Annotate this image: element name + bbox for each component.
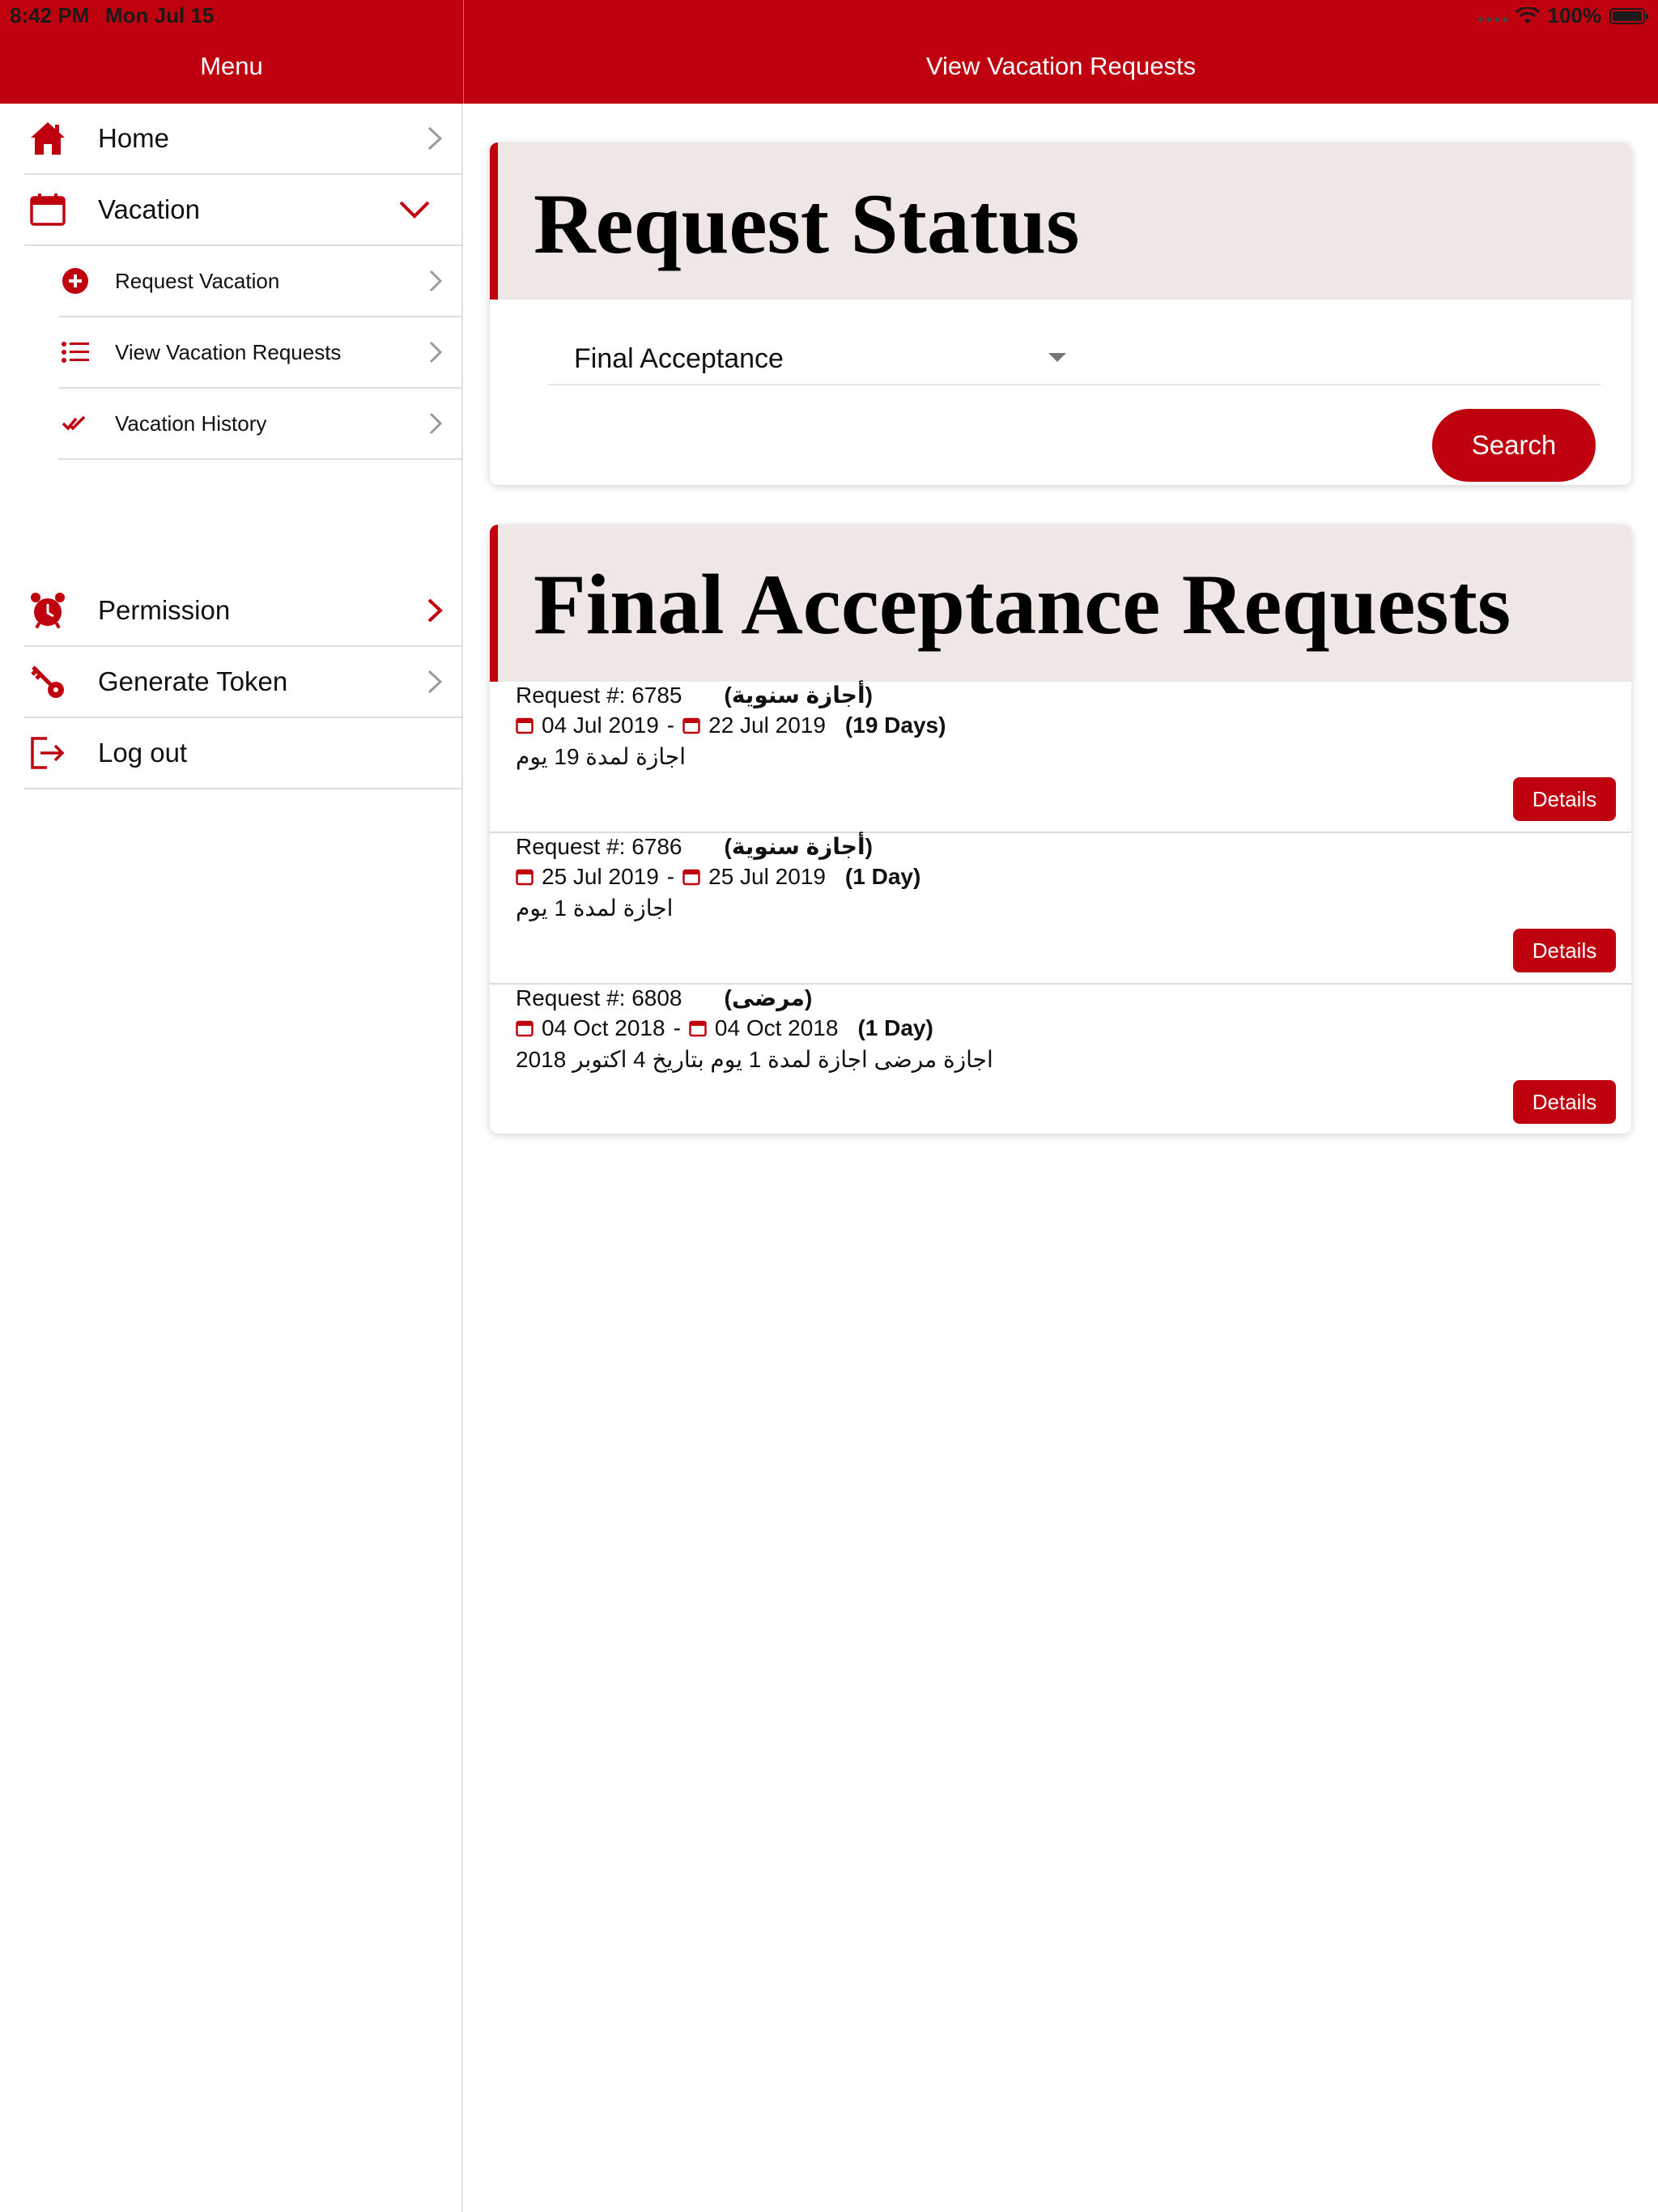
request-number: Request #: 6808	[516, 985, 682, 1010]
key-icon	[28, 661, 68, 702]
sidebar-item-permission[interactable]: Permission	[24, 576, 463, 647]
chevron-right-icon	[429, 341, 443, 364]
request-dates: 04 Oct 2018 - 04 Oct 2018 (1 Day)	[516, 1015, 933, 1041]
details-button[interactable]: Details	[1513, 777, 1616, 821]
request-header-line: Request #: 6786 (أجازة سنوية)	[516, 833, 873, 860]
double-check-icon	[60, 408, 91, 439]
calendar-icon	[682, 869, 700, 886]
sidebar-item-label: Permission	[98, 595, 231, 625]
battery-icon	[1609, 7, 1648, 24]
sidebar-item-label: Log out	[98, 738, 188, 768]
logout-icon	[28, 733, 68, 773]
sidebar-item-label: Vacation	[98, 194, 200, 224]
request-end-date: 04 Oct 2018	[714, 1015, 839, 1040]
details-button[interactable]: Details	[1513, 929, 1616, 972]
request-duration: (1 Day)	[844, 864, 921, 889]
details-button[interactable]: Details	[1513, 1080, 1616, 1124]
request-duration: (1 Day)	[857, 1015, 933, 1040]
list-icon	[60, 337, 91, 368]
calendar-icon	[689, 1020, 707, 1037]
calendar-icon	[516, 869, 534, 886]
calendar-icon	[28, 189, 68, 230]
request-start-date: 25 Jul 2019	[542, 864, 659, 889]
request-status-title: Request Status	[534, 177, 1080, 271]
final-acceptance-requests-card: Final Acceptance Requests Request #: 678…	[490, 525, 1631, 1134]
top-bar: 8:42 PM Mon Jul 15 100% Menu View Vacati…	[0, 0, 1658, 104]
chevron-right-icon	[427, 670, 443, 694]
request-note: اجازة لمدة 1 يوم	[516, 895, 674, 921]
request-note: اجازة مرضى اجازة لمدة 1 يوم بتاريخ 4 اكت…	[516, 1047, 993, 1072]
request-duration: (19 Days)	[844, 713, 946, 738]
requests-header: Final Acceptance Requests	[490, 525, 1631, 682]
request-dates: 25 Jul 2019 - 25 Jul 2019 (1 Day)	[516, 864, 920, 890]
status-date: Mon Jul 15	[105, 3, 215, 28]
sidebar-item-label: Generate Token	[98, 666, 288, 696]
request-start-date: 04 Oct 2018	[542, 1015, 665, 1040]
request-header-line: Request #: 6808 (مرضى)	[516, 985, 812, 1011]
calendar-icon	[516, 717, 534, 734]
date-separator: -	[666, 713, 675, 738]
sidebar-item-view-vacation-requests[interactable]: View Vacation Requests	[58, 317, 463, 389]
menu-title: Menu	[200, 52, 263, 80]
chevron-right-icon	[427, 598, 443, 623]
plus-circle-icon	[60, 266, 91, 296]
search-button[interactable]: Search	[1432, 409, 1596, 482]
request-row: Request #: 6785 (أجازة سنوية) 04 Jul 2019…	[490, 682, 1631, 833]
wifi-icon	[1515, 6, 1540, 23]
sidebar-item-generate-token[interactable]: Generate Token	[24, 647, 463, 718]
sidebar-item-label: Vacation History	[115, 410, 267, 436]
request-header-line: Request #: 6785 (أجازة سنوية)	[516, 682, 873, 708]
date-separator: -	[673, 1015, 681, 1040]
request-type: (أجازة سنوية)	[724, 683, 873, 708]
status-select[interactable]: Final Acceptance	[548, 335, 1601, 385]
request-dates: 04 Jul 2019 - 22 Jul 2019 (19 Days)	[516, 713, 946, 738]
sidebar: Home Vacation Request Vacation View Vaca…	[0, 104, 463, 2212]
chevron-right-icon	[429, 270, 443, 292]
battery-percent: 100%	[1547, 3, 1602, 28]
chevron-right-icon	[427, 126, 443, 151]
calendar-icon	[682, 717, 700, 734]
home-icon	[28, 118, 68, 159]
request-number: Request #: 6786	[516, 834, 682, 859]
sidebar-item-home[interactable]: Home	[24, 104, 463, 175]
status-bar: 8:42 PM Mon Jul 15 100%	[0, 0, 1658, 32]
request-type: (مرضى)	[724, 985, 813, 1010]
request-end-date: 25 Jul 2019	[708, 864, 826, 889]
sidebar-item-request-vacation[interactable]: Request Vacation	[58, 246, 463, 317]
alarm-clock-icon	[28, 590, 68, 631]
request-number: Request #: 6785	[516, 683, 682, 708]
signal-icon	[1477, 11, 1507, 22]
request-note: اجازة لمدة 19 يوم	[516, 744, 686, 769]
sidebar-item-vacation-history[interactable]: Vacation History	[58, 389, 463, 460]
calendar-icon	[516, 1020, 534, 1037]
page-title: View Vacation Requests	[925, 52, 1197, 80]
request-status-card: Request Status Final Acceptance Search	[490, 143, 1631, 485]
status-indicators: 100%	[1477, 3, 1648, 28]
request-row: Request #: 6808 (مرضى) 04 Oct 2018 - 04 O…	[490, 985, 1631, 1134]
request-start-date: 04 Jul 2019	[542, 713, 659, 738]
request-end-date: 22 Jul 2019	[708, 713, 826, 738]
request-row: Request #: 6786 (أجازة سنوية) 25 Jul 2019…	[490, 833, 1631, 985]
sidebar-item-logout[interactable]: Log out	[24, 718, 463, 789]
status-time: 8:42 PM	[10, 3, 90, 28]
sidebar-item-label: Home	[98, 123, 170, 153]
status-select-value: Final Acceptance	[574, 343, 784, 374]
chevron-down-icon	[399, 201, 430, 219]
sidebar-item-vacation[interactable]: Vacation	[24, 175, 463, 246]
request-type: (أجازة سنوية)	[724, 834, 873, 859]
dropdown-caret-icon	[1048, 353, 1066, 362]
date-separator: -	[666, 864, 675, 889]
requests-title: Final Acceptance Requests	[534, 557, 1511, 652]
sidebar-item-label: Request Vacation	[115, 268, 280, 293]
sidebar-item-label: View Vacation Requests	[115, 339, 342, 364]
request-status-header: Request Status	[490, 143, 1631, 300]
chevron-right-icon	[429, 412, 443, 435]
